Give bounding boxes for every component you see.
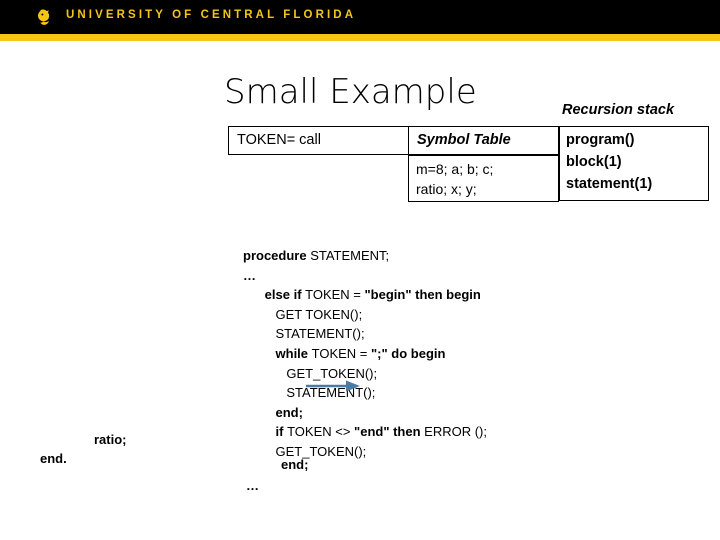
code-keyword: … [243,267,256,283]
recursion-stack-box: program() block(1) statement(1) [559,126,709,201]
code-line: if TOKEN <> "end" then ERROR (); [243,422,487,442]
code-text: STATEMENT; [310,248,390,263]
code-line: end; [243,403,487,423]
code-line: STATEMENT(); [243,324,487,344]
token-box: TOKEN= call [228,126,409,155]
code-line: else if TOKEN = "begin" then begin [243,285,487,305]
code-keyword: "end" then [354,424,425,440]
token-value: TOKEN= call [237,132,321,148]
fragment-ratio: ratio; [94,432,127,447]
code-keyword: procedure [243,248,311,263]
right-arrow-icon [306,380,360,392]
recursion-stack-frames: program() block(1) statement(1) [566,129,652,195]
code-text: TOKEN = [311,345,372,361]
code-line: while TOKEN = ";" do begin [243,344,487,364]
code-keyword: if [275,424,288,440]
recursion-stack-frame: statement(1) [566,176,653,192]
code-keyword: end; [275,404,303,420]
code-line: procedure STATEMENT; [243,246,487,266]
code-line: GET_TOKEN(); [243,442,487,462]
symbol-table-title: Symbol Table [417,132,511,148]
ucf-pegasus-logo-icon [38,9,50,25]
code-keyword: "begin" then begin [364,287,481,303]
ucf-wordmark: UNIVERSITY OF CENTRAL FLORIDA [66,9,357,21]
symbol-table-body-box: m=8; a; b; c; ratio; x; y; [408,155,559,202]
code-keyword: while [275,345,312,361]
symbol-table-header-box: Symbol Table [408,126,559,155]
symbol-table-entry-line: m=8; a; b; c; [416,161,494,177]
recursion-stack-label: Recursion stack [562,102,675,118]
header-gold-stripe [0,34,720,41]
code-text: STATEMENT(); [275,326,365,342]
symbol-table-entries: m=8; a; b; c; ratio; x; y; [416,159,493,199]
fragment-end-semicolon: end; [281,457,309,472]
recursion-stack-frame: block(1) [566,154,622,170]
fragment-end-dot: end. [40,451,67,466]
code-keyword: ";" do begin [371,345,446,361]
code-line: GET_TOKEN(); [243,364,487,384]
code-text: ERROR (); [424,424,487,440]
code-line: GET TOKEN(); [243,305,487,325]
code-text: TOKEN <> [287,424,355,440]
code-line: STATEMENT(); [243,383,487,403]
fragment-ellipsis: … [246,478,259,493]
code-keyword: else if [264,287,306,303]
symbol-table-entry-line: ratio; x; y; [416,181,477,197]
pseudocode-block: procedure STATEMENT;… else if TOKEN = "b… [243,246,487,462]
page-title: Small Example [224,72,477,112]
recursion-stack-frame: program() [566,132,635,148]
code-text: TOKEN = [305,287,365,303]
code-text: GET TOKEN(); [275,306,363,322]
code-line: … [243,266,487,286]
